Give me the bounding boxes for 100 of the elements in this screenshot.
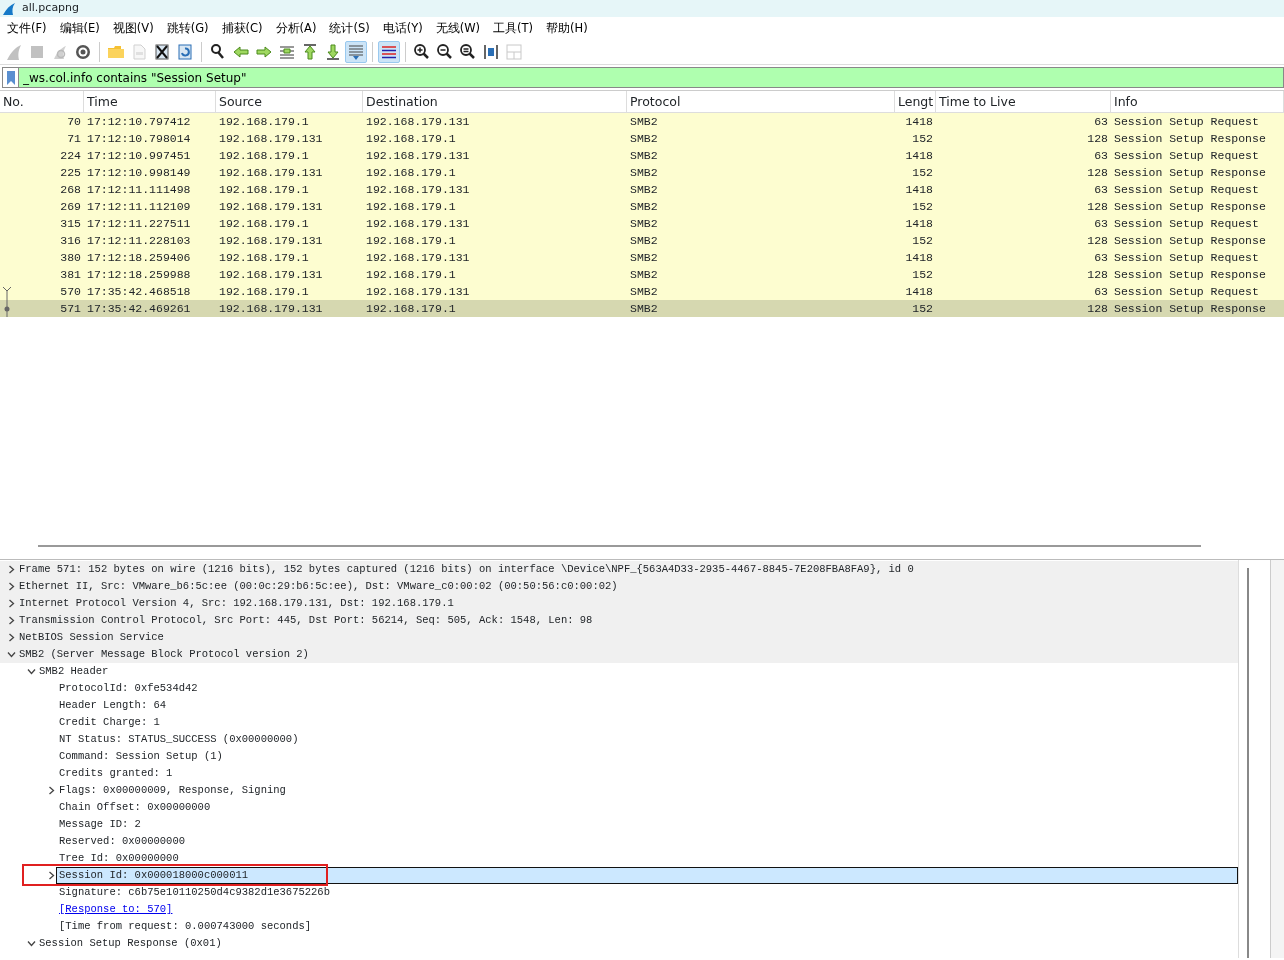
tree-link[interactable]: [Response to: 570]: [59, 902, 173, 917]
tree-item[interactable]: NetBIOS Session Service: [19, 630, 164, 645]
table-cell: 152: [912, 302, 933, 315]
packet-row[interactable]: 315 17:12:11.227511 192.168.179.1 192.168.179.131 SMB2 1418 63 Session Setup Request: [0, 215, 1284, 232]
table-cell: 152: [912, 268, 933, 281]
tree-item[interactable]: Credit Charge: 1: [59, 715, 160, 730]
table-cell: 17:12:10.997451: [87, 149, 191, 162]
scrollbar[interactable]: [1246, 568, 1249, 958]
packet-row[interactable]: 71 17:12:10.798014 192.168.179.131 192.168.179.1 SMB2 152 128 Session Setup Response: [0, 130, 1284, 147]
chevron-down-icon[interactable]: [26, 939, 36, 948]
tree-item[interactable]: [Time from request: 0.000743000 seconds]: [59, 919, 312, 934]
table-cell: Session Setup Request: [1114, 115, 1259, 128]
column-header[interactable]: Destination: [363, 91, 627, 112]
tree-item[interactable]: Credits granted: 1: [59, 766, 173, 781]
fin-icon: [2, 2, 16, 15]
chevron-down-icon[interactable]: [6, 650, 16, 659]
tree-item[interactable]: Session Setup Response (0x01): [39, 936, 222, 951]
packet-row[interactable]: 316 17:12:11.228103 192.168.179.131 192.168.179.1 SMB2 152 128 Session Setup Response: [0, 232, 1284, 249]
menu-item[interactable]: 工具(T): [488, 18, 542, 38]
table-cell: 192.168.179.131: [219, 132, 323, 145]
menu-item[interactable]: 文件(F): [2, 18, 55, 38]
table-cell: SMB2: [630, 234, 658, 247]
table-cell: 152: [912, 166, 933, 179]
tree-item[interactable]: Session Id: 0x000018000c000011: [56, 867, 1238, 884]
up-arrow-icon: [301, 42, 319, 61]
table-cell: 17:12:11.111498: [87, 183, 191, 196]
table-cell: Session Setup Response: [1114, 302, 1266, 315]
chevron-right-icon[interactable]: [6, 599, 16, 608]
tree-item[interactable]: NT Status: STATUS_SUCCESS (0x00000000): [59, 732, 299, 747]
chevron-right-icon[interactable]: [6, 616, 16, 625]
table-cell: 192.168.179.1: [366, 234, 456, 247]
chevron-right-icon[interactable]: [46, 786, 56, 795]
chevron-right-icon[interactable]: [6, 633, 16, 642]
column-header[interactable]: Lengt: [895, 91, 936, 112]
table-cell: 17:35:42.468518: [87, 285, 191, 298]
table-cell: SMB2: [630, 132, 658, 145]
table-cell: 1418: [905, 115, 933, 128]
tree-item[interactable]: ProtocolId: 0xfe534d42: [59, 681, 198, 696]
chevron-right-icon[interactable]: [46, 871, 56, 880]
chevron-right-icon[interactable]: [6, 582, 16, 591]
reload-icon: [176, 42, 194, 61]
chevron-right-icon[interactable]: [6, 565, 16, 574]
column-header[interactable]: Time: [84, 91, 216, 112]
menu-item[interactable]: 跳转(G): [161, 18, 217, 38]
column-header[interactable]: Info: [1111, 91, 1284, 112]
column-header[interactable]: No.: [0, 91, 84, 112]
column-header[interactable]: Time to Live: [936, 91, 1111, 112]
layout-icon: [505, 42, 523, 61]
packet-row[interactable]: 269 17:12:11.112109 192.168.179.131 192.168.179.1 SMB2 152 128 Session Setup Response: [0, 198, 1284, 215]
table-cell: 63: [1094, 285, 1108, 298]
table-cell: 570: [60, 285, 81, 298]
tree-item[interactable]: Command: Session Setup (1): [59, 749, 223, 764]
packet-row[interactable]: 571 17:35:42.469261 192.168.179.131 192.168.179.1 SMB2 152 128 Session Setup Response: [0, 300, 1284, 317]
table-cell: 192.168.179.131: [219, 268, 323, 281]
menu-item[interactable]: 帮助(H): [541, 18, 596, 38]
tree-item[interactable]: Chain Offset: 0x00000000: [59, 800, 211, 815]
menu-item[interactable]: 统计(S): [324, 18, 378, 38]
chevron-down-icon[interactable]: [26, 667, 36, 676]
table-cell: Session Setup Response: [1114, 234, 1266, 247]
table-cell: Session Setup Request: [1114, 149, 1259, 162]
table-cell: SMB2: [630, 302, 658, 315]
tree-item[interactable]: Reserved: 0x00000000: [59, 834, 186, 849]
table-cell: SMB2: [630, 166, 658, 179]
toolbar-button[interactable]: [378, 40, 400, 63]
tree-item[interactable]: Tree Id: 0x00000000: [59, 851, 179, 866]
bookmark-icon[interactable]: [6, 70, 15, 85]
table-cell: 192.168.179.1: [366, 132, 456, 145]
table-cell: 316: [60, 234, 81, 247]
table-cell: 128: [1087, 234, 1108, 247]
table-cell: Session Setup Request: [1114, 183, 1259, 196]
tree-item[interactable]: SMB2 Header: [39, 664, 109, 679]
menu-item[interactable]: 编辑(E): [54, 18, 108, 38]
tree-item[interactable]: Message ID: 2: [59, 817, 141, 832]
packet-row[interactable]: 268 17:12:11.111498 192.168.179.1 192.168.179.131 SMB2 1418 63 Session Setup Request: [0, 181, 1284, 198]
table-cell: 192.168.179.1: [219, 183, 309, 196]
menu-item[interactable]: 捕获(C): [216, 18, 271, 38]
column-header[interactable]: Source: [216, 91, 363, 112]
packet-row[interactable]: 225 17:12:10.998149 192.168.179.131 192.168.179.1 SMB2 152 128 Session Setup Response: [0, 164, 1284, 181]
tree-item[interactable]: Flags: 0x00000009, Response, Signing: [59, 783, 286, 798]
table-cell: 17:12:10.798014: [87, 132, 191, 145]
table-cell: 128: [1087, 166, 1108, 179]
table-cell: 63: [1094, 251, 1108, 264]
autoscroll-icon: [347, 42, 365, 61]
menu-item[interactable]: 电话(Y): [377, 18, 431, 38]
packet-row[interactable]: 70 17:12:10.797412 192.168.179.1 192.168.179.131 SMB2 1418 63 Session Setup Request: [0, 113, 1284, 130]
menu-item[interactable]: 分析(A): [270, 18, 325, 38]
menu-item[interactable]: 视图(V): [107, 18, 162, 38]
table-cell: 192.168.179.1: [219, 217, 309, 230]
column-header[interactable]: Protocol: [627, 91, 895, 112]
table-cell: 128: [1087, 132, 1108, 145]
tree-item[interactable]: Signature: c6b75e10110250d4c9382d1e3675226b: [59, 885, 330, 900]
packet-row[interactable]: 380 17:12:18.259406 192.168.179.1 192.168.179.131 SMB2 1418 63 Session Setup Request: [0, 249, 1284, 266]
shark-fin-icon: [5, 42, 23, 61]
table-cell: 381: [60, 268, 81, 281]
menu-item[interactable]: 无线(W): [430, 18, 489, 38]
packet-row[interactable]: 381 17:12:18.259988 192.168.179.131 192.168.179.1 SMB2 152 128 Session Setup Response: [0, 266, 1284, 283]
packet-row[interactable]: 570 17:35:42.468518 192.168.179.1 192.168.179.131 SMB2 1418 63 Session Setup Request: [0, 283, 1284, 300]
table-cell: 1418: [905, 149, 933, 162]
tree-item[interactable]: Header Length: 64: [59, 698, 167, 713]
packet-row[interactable]: 224 17:12:10.997451 192.168.179.1 192.168.179.131 SMB2 1418 63 Session Setup Request: [0, 147, 1284, 164]
